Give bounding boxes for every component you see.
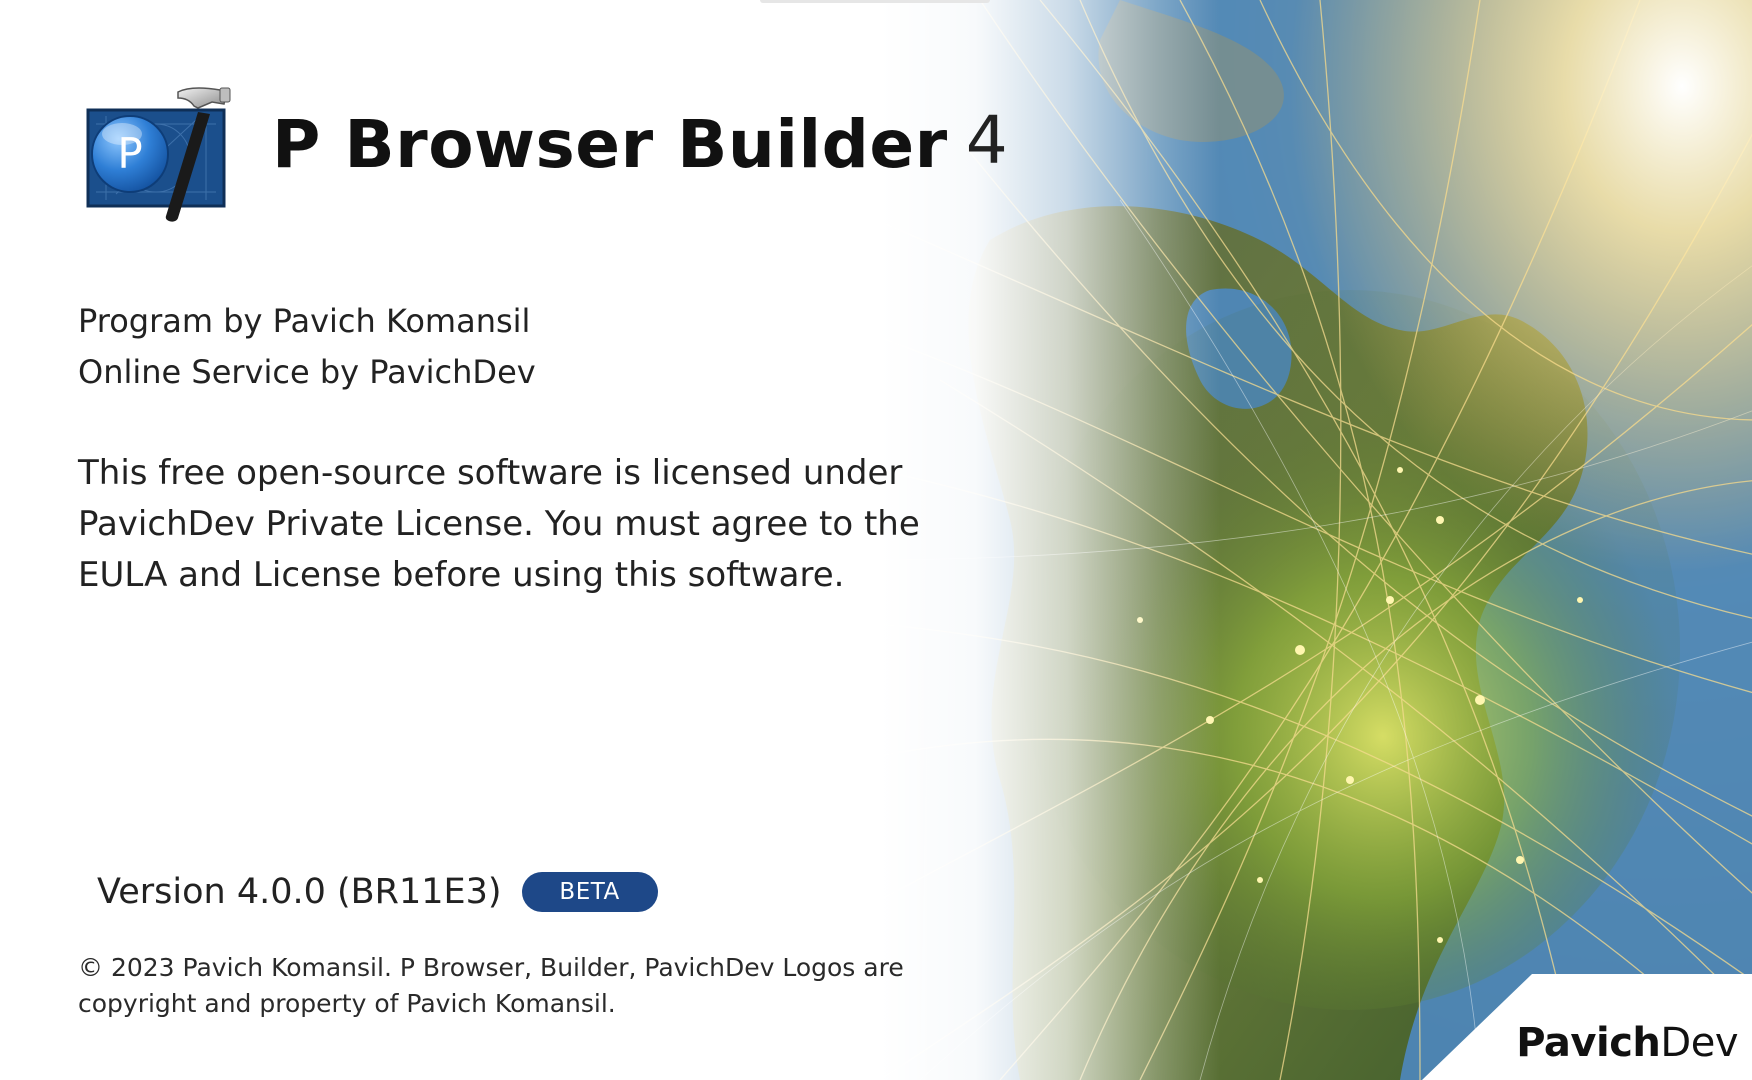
brand-corner: PavichDev <box>1422 974 1752 1080</box>
app-title: P Browser Builder 4 <box>272 108 1008 178</box>
app-name: P Browser Builder <box>272 106 948 183</box>
pavichdev-logo: PavichDev <box>1516 1020 1738 1066</box>
app-logo-icon: P <box>86 84 234 230</box>
version-row: Version 4.0.0 (BR11E3) BETA <box>97 872 658 912</box>
earth-hero-image <box>880 0 1752 1080</box>
app-major-version: 4 <box>965 102 1008 179</box>
brand-regular: Dev <box>1660 1020 1738 1066</box>
window-drag-handle[interactable] <box>760 0 990 3</box>
copyright-notice: © 2023 Pavich Komansil. P Browser, Build… <box>78 950 904 1022</box>
brand-bold: Pavich <box>1516 1020 1661 1066</box>
program-credit: Program by Pavich Komansil <box>78 302 531 340</box>
license-notice: This free open-source software is licens… <box>78 448 920 601</box>
copyright-line: © 2023 Pavich Komansil. P Browser, Build… <box>78 953 904 982</box>
copyright-line: copyright and property of Pavich Komansi… <box>78 989 616 1018</box>
version-text: Version 4.0.0 (BR11E3) <box>97 872 502 912</box>
license-line: This free open-source software is licens… <box>78 453 903 493</box>
license-line: PavichDev Private License. You must agre… <box>78 504 920 544</box>
credits: Program by Pavich Komansil Online Servic… <box>78 296 536 398</box>
service-credit: Online Service by PavichDev <box>78 353 536 391</box>
beta-badge: BETA <box>521 872 658 912</box>
license-line: EULA and License before using this softw… <box>78 555 845 595</box>
svg-text:P: P <box>117 129 142 178</box>
splash-screen: P P Browser Builder 4 Program by Pavich K… <box>0 0 1752 1080</box>
